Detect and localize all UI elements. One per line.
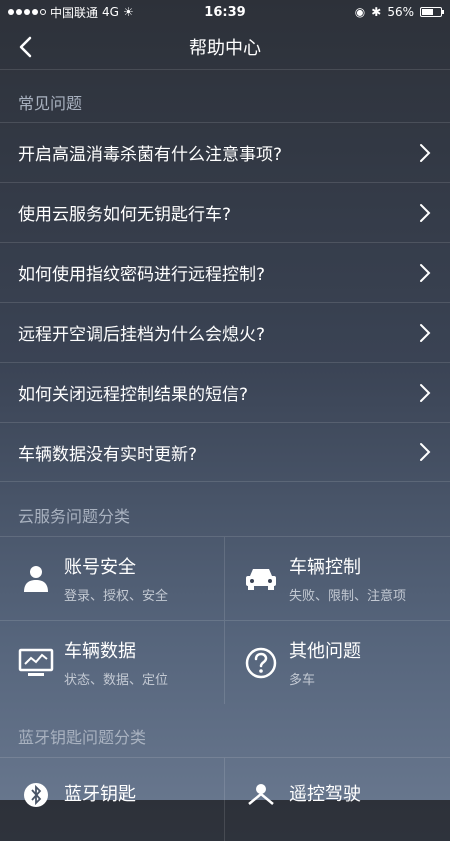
- category-subtitle: 多车: [289, 673, 316, 688]
- bluetooth-section-title: 蓝牙钥匙问题分类: [18, 728, 147, 747]
- category-vehicle-control[interactable]: 车辆控制 失败、限制、注意项: [225, 536, 450, 620]
- category-title: 车辆控制: [289, 557, 361, 578]
- bluetooth-status-icon: ✱: [371, 5, 382, 19]
- user-icon: [24, 565, 48, 592]
- faq-item-label: 车辆数据没有实时更新?: [18, 444, 198, 465]
- category-title: 蓝牙钥匙: [64, 784, 136, 805]
- faq-item-label: 如何使用指纹密码进行远程控制?: [18, 265, 266, 285]
- faq-item-label: 如何关闭远程控制结果的短信?: [18, 385, 249, 405]
- category-other-questions[interactable]: 其他问题 多车: [225, 620, 450, 704]
- battery-percent: 56%: [387, 5, 414, 19]
- category-subtitle: 登录、授权、安全: [64, 589, 169, 604]
- category-bluetooth-key[interactable]: 蓝牙钥匙: [0, 757, 225, 841]
- category-subtitle: 状态、数据、定位: [64, 673, 169, 688]
- category-remote-drive[interactable]: 遥控驾驶: [225, 757, 450, 841]
- faq-item-label: 使用云服务如何无钥匙行车?: [18, 205, 232, 225]
- monitor-chart-icon: [18, 648, 54, 676]
- faq-item-1[interactable]: 开启高温消毒杀菌有什么注意事项?: [0, 122, 450, 182]
- category-title: 车辆数据: [64, 641, 136, 662]
- cloud-category-grid: 账号安全 登录、授权、安全 车辆控制 失败、限制、注意项 车辆数据 状态、数据、…: [0, 536, 450, 704]
- category-subtitle: 失败、限制、注意项: [289, 589, 407, 604]
- activity-icon: ☀: [122, 5, 134, 19]
- battery-icon: [420, 7, 444, 17]
- category-account-security[interactable]: 账号安全 登录、授权、安全: [0, 536, 225, 620]
- faq-item-2[interactable]: 使用云服务如何无钥匙行车?: [0, 182, 450, 242]
- car-icon: [246, 568, 276, 590]
- bluetooth-category-grid: 蓝牙钥匙 遥控驾驶: [0, 757, 450, 841]
- chevron-right-icon: [420, 383, 431, 402]
- chevron-right-icon: [420, 443, 431, 461]
- orientation-lock-icon: ◉: [354, 5, 366, 19]
- chevron-right-icon: [420, 203, 431, 222]
- status-bar: 中国联通 4G ☀ 16:39 ◉ ✱ 56%: [0, 0, 450, 24]
- nav-bar: 帮助中心: [0, 24, 450, 70]
- chevron-left-icon: [19, 36, 32, 58]
- category-title: 遥控驾驶: [289, 784, 361, 805]
- bluetooth-icon: [24, 783, 48, 807]
- cloud-section-title: 云服务问题分类: [18, 507, 131, 526]
- category-vehicle-data[interactable]: 车辆数据 状态、数据、定位: [0, 620, 225, 704]
- signal-strength-icon: [8, 9, 46, 15]
- faq-item-6[interactable]: 车辆数据没有实时更新?: [0, 422, 450, 482]
- faq-list: 开启高温消毒杀菌有什么注意事项? 使用云服务如何无钥匙行车? 如何使用指纹密码进…: [0, 122, 450, 482]
- remote-drive-icon: [248, 784, 274, 805]
- chevron-right-icon: [420, 143, 431, 162]
- network-type: 4G: [102, 5, 119, 19]
- chevron-right-icon: [420, 323, 431, 342]
- faq-item-3[interactable]: 如何使用指纹密码进行远程控制?: [0, 242, 450, 302]
- question-circle-icon: [245, 647, 277, 678]
- status-left: 中国联通 4G ☀: [8, 4, 134, 21]
- category-title: 账号安全: [64, 557, 136, 578]
- faq-item-5[interactable]: 如何关闭远程控制结果的短信?: [0, 362, 450, 422]
- category-title: 其他问题: [289, 641, 361, 662]
- faq-item-4[interactable]: 远程开空调后挂档为什么会熄火?: [0, 302, 450, 362]
- back-button[interactable]: [10, 32, 40, 62]
- carrier-name: 中国联通: [50, 5, 99, 20]
- page-title: 帮助中心: [189, 37, 261, 59]
- faq-item-label: 远程开空调后挂档为什么会熄火?: [18, 325, 266, 345]
- chevron-right-icon: [420, 263, 431, 282]
- faq-item-label: 开启高温消毒杀菌有什么注意事项?: [18, 145, 283, 165]
- faq-section-title: 常见问题: [18, 94, 83, 113]
- status-right: ◉ ✱ 56%: [354, 5, 444, 19]
